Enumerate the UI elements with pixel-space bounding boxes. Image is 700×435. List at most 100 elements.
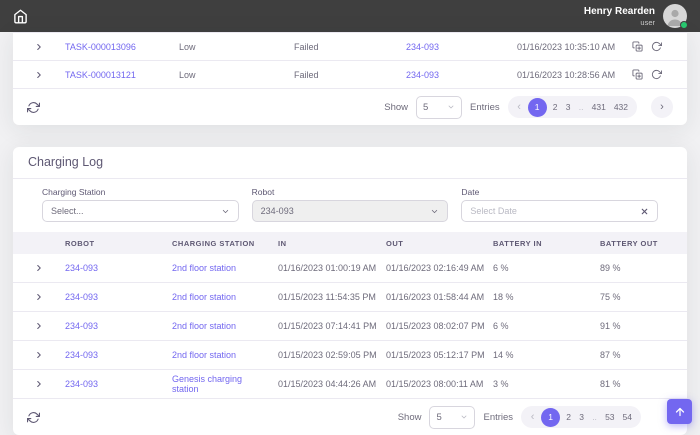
- prev-page-button[interactable]: ‹: [526, 411, 539, 423]
- show-label: Show: [384, 102, 408, 113]
- in-time: 01/15/2023 11:54:35 PM: [278, 292, 386, 302]
- column-header-out: Out: [386, 239, 493, 248]
- battery-out-value: 87 %: [600, 350, 687, 360]
- charging-station-link[interactable]: 2nd floor station: [172, 321, 278, 331]
- page-button[interactable]: 432: [610, 102, 632, 112]
- out-time: 01/15/2023 08:00:11 AM: [386, 379, 493, 389]
- user-name: Henry Rearden: [584, 6, 655, 18]
- task-status: Failed: [294, 70, 406, 80]
- robot-link[interactable]: 234-093: [65, 350, 172, 360]
- entries-label: Entries: [470, 102, 500, 113]
- robot-link[interactable]: 234-093: [65, 379, 172, 389]
- task-priority: Low: [179, 70, 294, 80]
- charging-station-link[interactable]: Genesis charging station: [172, 374, 278, 395]
- task-table-footer: Show 5 Entries ‹ 1 2 3 .. 431 432 ›: [13, 89, 687, 125]
- task-row: TASK-000013096 Low Failed 234-093 01/16/…: [13, 33, 687, 61]
- battery-in-value: 3 %: [493, 379, 600, 389]
- charging-station-link[interactable]: 2nd floor station: [172, 292, 278, 302]
- robot-link[interactable]: 234-093: [65, 263, 172, 273]
- expand-row-chevron-icon[interactable]: [27, 321, 65, 331]
- charging-station-link[interactable]: 2nd floor station: [172, 350, 278, 360]
- out-time: 01/15/2023 08:02:07 PM: [386, 321, 493, 331]
- robot-filter-select[interactable]: 234-093: [252, 200, 449, 222]
- charging-log-card: Charging Log Charging Station Select... …: [13, 147, 687, 435]
- task-created-time: 01/16/2023 10:28:56 AM: [517, 70, 632, 80]
- charging-log-row: 234-093 2nd floor station 01/15/2023 11:…: [13, 283, 687, 312]
- page-button[interactable]: 1: [528, 98, 547, 117]
- home-button[interactable]: [13, 9, 28, 24]
- next-page-button[interactable]: ›: [651, 96, 673, 118]
- column-header-charging-station: Charging Station: [172, 239, 278, 248]
- pages-ellipsis: ..: [588, 412, 601, 422]
- task-id-link[interactable]: TASK-000013096: [65, 42, 179, 52]
- page-button[interactable]: 54: [619, 412, 636, 422]
- charging-log-row: 234-093 Genesis charging station 01/15/2…: [13, 370, 687, 399]
- user-role: user: [584, 18, 655, 27]
- robot-filter-label: Robot: [252, 187, 449, 197]
- task-robot-link[interactable]: 234-093: [406, 42, 517, 52]
- page-button[interactable]: 3: [562, 102, 575, 112]
- out-time: 01/16/2023 02:16:49 AM: [386, 263, 493, 273]
- expand-row-chevron-icon[interactable]: [27, 292, 65, 302]
- charging-log-title: Charging Log: [13, 147, 687, 179]
- refresh-icon[interactable]: [27, 411, 40, 424]
- date-filter-label: Date: [461, 187, 658, 197]
- battery-out-value: 91 %: [600, 321, 687, 331]
- expand-row-chevron-icon[interactable]: [27, 70, 65, 80]
- page-button[interactable]: 1: [541, 408, 560, 427]
- date-filter-input[interactable]: Select Date: [461, 200, 658, 222]
- chevron-down-icon: [460, 413, 468, 421]
- battery-in-value: 14 %: [493, 350, 600, 360]
- charging-log-filters: Charging Station Select... Robot 234-093…: [13, 179, 687, 232]
- task-robot-link[interactable]: 234-093: [406, 70, 517, 80]
- battery-in-value: 6 %: [493, 263, 600, 273]
- copy-task-icon[interactable]: [632, 41, 643, 52]
- page-button[interactable]: 2: [549, 102, 562, 112]
- out-time: 01/15/2023 05:12:17 PM: [386, 350, 493, 360]
- expand-row-chevron-icon[interactable]: [27, 42, 65, 52]
- task-table-card: TASK-000013096 Low Failed 234-093 01/16/…: [13, 32, 687, 125]
- charging-log-row: 234-093 2nd floor station 01/15/2023 07:…: [13, 312, 687, 341]
- expand-row-chevron-icon[interactable]: [27, 263, 65, 273]
- charging-log-row: 234-093 2nd floor station 01/15/2023 02:…: [13, 341, 687, 370]
- home-icon: [13, 9, 28, 24]
- column-header-battery-in: Battery In: [493, 239, 600, 248]
- page-button[interactable]: 3: [575, 412, 588, 422]
- robot-filter-value: 234-093: [261, 206, 294, 216]
- charging-station-link[interactable]: 2nd floor station: [172, 263, 278, 273]
- date-filter-placeholder: Select Date: [470, 206, 517, 216]
- battery-out-value: 75 %: [600, 292, 687, 302]
- column-header-robot: Robot: [65, 239, 172, 248]
- refresh-icon[interactable]: [27, 101, 40, 114]
- chevron-down-icon: [447, 103, 455, 111]
- task-id-link[interactable]: TASK-000013121: [65, 70, 179, 80]
- page-button[interactable]: 2: [562, 412, 575, 422]
- avatar[interactable]: [663, 4, 687, 28]
- page-size-select[interactable]: 5: [416, 96, 462, 119]
- page-button[interactable]: 431: [588, 102, 610, 112]
- chevron-down-icon: [221, 207, 230, 216]
- task-status: Failed: [294, 42, 406, 52]
- expand-row-chevron-icon[interactable]: [27, 379, 65, 389]
- expand-row-chevron-icon[interactable]: [27, 350, 65, 360]
- station-filter-select[interactable]: Select...: [42, 200, 239, 222]
- charging-log-footer: Show 5 Entries ‹ 1 2 3 .. 53 54: [13, 399, 687, 435]
- clear-date-icon[interactable]: [640, 207, 649, 216]
- column-header-battery-out: Battery Out: [600, 239, 687, 248]
- page-button[interactable]: 53: [601, 412, 618, 422]
- retry-task-icon[interactable]: [651, 69, 662, 80]
- show-label: Show: [398, 412, 422, 423]
- prev-page-button[interactable]: ‹: [513, 101, 526, 113]
- robot-link[interactable]: 234-093: [65, 321, 172, 331]
- robot-link[interactable]: 234-093: [65, 292, 172, 302]
- charging-log-row: 234-093 2nd floor station 01/16/2023 01:…: [13, 254, 687, 283]
- copy-task-icon[interactable]: [632, 69, 643, 80]
- in-time: 01/15/2023 07:14:41 PM: [278, 321, 386, 331]
- in-time: 01/15/2023 04:44:26 AM: [278, 379, 386, 389]
- battery-in-value: 18 %: [493, 292, 600, 302]
- battery-out-value: 89 %: [600, 263, 687, 273]
- page-size-select[interactable]: 5: [429, 406, 475, 429]
- user-menu[interactable]: Henry Rearden user: [584, 4, 687, 28]
- scroll-to-top-button[interactable]: [667, 399, 692, 424]
- retry-task-icon[interactable]: [651, 41, 662, 52]
